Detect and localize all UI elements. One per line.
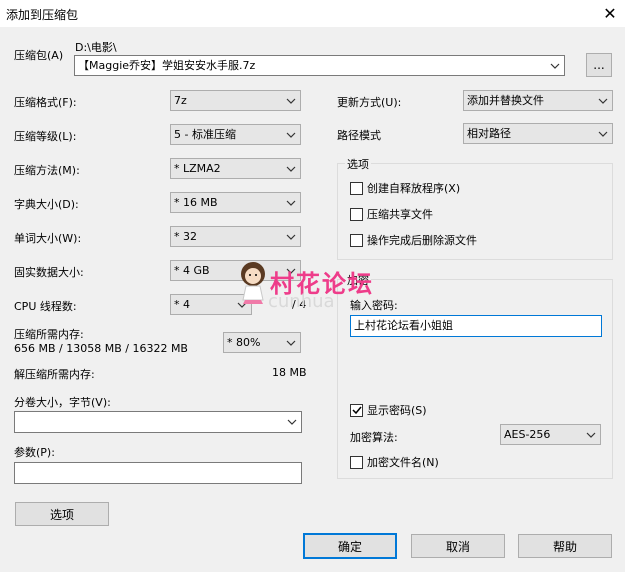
archive-path: D:\电影\ bbox=[75, 41, 117, 54]
encryption-method-select[interactable]: AES-256 bbox=[500, 424, 601, 445]
encrypt-names-checkbox[interactable]: 加密文件名(N) bbox=[350, 454, 439, 470]
chevron-down-icon bbox=[285, 193, 297, 212]
format-label: 压缩格式(F): bbox=[14, 96, 77, 109]
archive-name-combo[interactable]: 【Maggie乔安】学姐安安水手服.7z bbox=[74, 55, 565, 76]
method-label: 压缩方法(M): bbox=[14, 164, 80, 177]
sfx-checkbox[interactable]: 创建自释放程序(X) bbox=[350, 180, 460, 196]
browse-button[interactable]: ... bbox=[586, 53, 612, 77]
level-label: 压缩等级(L): bbox=[14, 130, 77, 143]
path-mode-select[interactable]: 相对路径 bbox=[463, 123, 613, 144]
options-button[interactable]: 选项 bbox=[15, 502, 109, 526]
chevron-down-icon bbox=[285, 91, 297, 110]
window-title: 添加到压缩包 bbox=[6, 8, 79, 22]
close-icon[interactable]: ✕ bbox=[595, 0, 625, 27]
dict-label: 字典大小(D): bbox=[14, 198, 79, 211]
mem-comp-label: 压缩所需内存: bbox=[14, 328, 84, 341]
mem-percent-select[interactable]: * 80% bbox=[223, 332, 301, 353]
word-label: 单词大小(W): bbox=[14, 232, 82, 245]
encryption-method-label: 加密算法: bbox=[350, 431, 398, 444]
chevron-down-icon bbox=[549, 56, 561, 75]
shared-checkbox[interactable]: 压缩共享文件 bbox=[350, 206, 433, 222]
password-input[interactable]: 上村花论坛看小姐姐 bbox=[350, 315, 602, 337]
watermark-mascot-icon bbox=[236, 260, 270, 306]
watermark-sub: cunhua bbox=[268, 291, 335, 312]
update-select[interactable]: 添加并替换文件 bbox=[463, 90, 613, 111]
chevron-down-icon bbox=[286, 412, 298, 432]
chevron-down-icon bbox=[597, 124, 609, 143]
show-password-checkbox[interactable]: 显示密码(S) bbox=[350, 402, 427, 418]
word-select[interactable]: * 32 bbox=[170, 226, 301, 247]
options-group-title: 选项 bbox=[345, 156, 371, 172]
password-label: 输入密码: bbox=[350, 299, 398, 312]
volume-combo[interactable] bbox=[14, 411, 302, 433]
archive-name-value: 【Maggie乔安】学姐安安水手服.7z bbox=[78, 59, 256, 72]
help-button[interactable]: 帮助 bbox=[518, 534, 612, 558]
ok-button[interactable]: 确定 bbox=[303, 533, 397, 559]
chevron-down-icon bbox=[285, 333, 297, 352]
volume-label: 分卷大小，字节(V): bbox=[14, 396, 111, 409]
chevron-down-icon bbox=[285, 159, 297, 178]
mem-decomp-value: 18 MB bbox=[272, 366, 307, 379]
format-select[interactable]: 7z bbox=[170, 90, 301, 111]
update-label: 更新方式(U): bbox=[337, 96, 402, 109]
method-select[interactable]: * LZMA2 bbox=[170, 158, 301, 179]
chevron-down-icon bbox=[597, 91, 609, 110]
params-input[interactable] bbox=[14, 462, 302, 484]
chevron-down-icon bbox=[285, 227, 297, 246]
chevron-down-icon bbox=[585, 425, 597, 444]
level-select[interactable]: 5 - 标准压缩 bbox=[170, 124, 301, 145]
mem-comp-value: 656 MB / 13058 MB / 16322 MB bbox=[14, 342, 188, 355]
dict-select[interactable]: * 16 MB bbox=[170, 192, 301, 213]
solid-label: 固实数据大小: bbox=[14, 266, 84, 279]
delete-source-checkbox[interactable]: 操作完成后删除源文件 bbox=[350, 232, 477, 248]
title-bar: 添加到压缩包 ✕ bbox=[0, 0, 625, 27]
chevron-down-icon bbox=[285, 125, 297, 144]
cpu-label: CPU 线程数: bbox=[14, 300, 77, 313]
params-label: 参数(P): bbox=[14, 446, 55, 459]
mem-decomp-label: 解压缩所需内存: bbox=[14, 368, 95, 381]
cancel-button[interactable]: 取消 bbox=[411, 534, 505, 558]
path-mode-label: 路径模式 bbox=[337, 129, 381, 142]
archive-label: 压缩包(A) bbox=[14, 49, 64, 62]
